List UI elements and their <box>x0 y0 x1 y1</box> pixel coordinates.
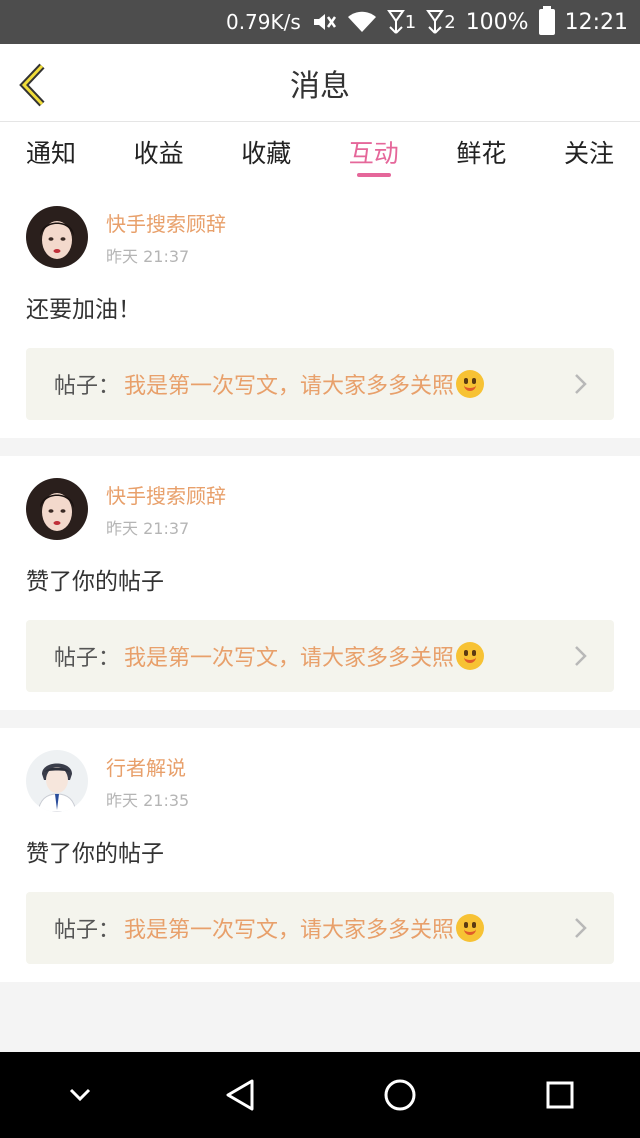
comment-text: 还要加油！ <box>26 297 141 323</box>
chevron-down-icon <box>69 1088 91 1102</box>
header: 消息 <box>0 44 640 122</box>
avatar[interactable] <box>26 206 88 268</box>
wifi-icon <box>347 10 377 34</box>
chevron-left-icon <box>19 63 45 107</box>
timestamp: 昨天 21:37 <box>106 519 190 538</box>
chevron-right-icon <box>575 374 587 394</box>
username[interactable]: 快手搜索顾辞 <box>106 480 226 509</box>
tab-bar: 通知 收益 收藏 互动 鲜花 关注 <box>0 122 640 184</box>
timestamp: 昨天 21:37 <box>106 247 190 266</box>
triangle-back-icon <box>226 1079 254 1111</box>
tab-following[interactable]: 关注 <box>564 122 614 184</box>
post-link[interactable]: 帖子： 我是第一次写文，请大家多多关照 <box>26 892 614 964</box>
post-label: 帖子： <box>54 918 121 943</box>
interaction-feed: 快手搜索顾辞 昨天 21:37 还要加油！ 帖子： 我是第一次写文，请大家多多关… <box>0 184 640 982</box>
avatar[interactable] <box>26 750 88 812</box>
tab-notifications[interactable]: 通知 <box>26 122 76 184</box>
post-title: 我是第一次写文，请大家多多关照 <box>124 646 455 671</box>
back-button[interactable] <box>16 62 50 108</box>
tab-interactions[interactable]: 互动 <box>349 122 399 184</box>
post-title: 我是第一次写文，请大家多多关照 <box>124 374 455 399</box>
post-label: 帖子： <box>54 646 121 671</box>
smile-emoji-icon <box>456 370 485 398</box>
smile-emoji-icon <box>456 914 485 942</box>
username[interactable]: 快手搜索顾辞 <box>106 208 226 237</box>
username[interactable]: 行者解说 <box>106 752 189 781</box>
status-bar: 0.79K/s 1 2 100% 12:21 <box>0 0 640 44</box>
circle-home-icon <box>384 1079 416 1111</box>
network-speed: 0.79K/s <box>225 10 301 34</box>
post-label: 帖子： <box>54 374 121 399</box>
tab-earnings[interactable]: 收益 <box>134 122 184 184</box>
tab-favorites[interactable]: 收藏 <box>241 122 291 184</box>
tab-flowers[interactable]: 鲜花 <box>456 122 506 184</box>
home-nav-button[interactable] <box>370 1065 430 1125</box>
comment-text: 赞了你的帖子 <box>26 841 164 867</box>
battery-percent: 100% <box>465 9 529 35</box>
recents-nav-button[interactable] <box>530 1065 590 1125</box>
comment-text: 赞了你的帖子 <box>26 569 164 595</box>
hide-keyboard-button[interactable] <box>50 1065 110 1125</box>
timestamp: 昨天 21:35 <box>106 791 190 810</box>
system-nav-bar <box>0 1052 640 1138</box>
square-recents-icon <box>546 1081 574 1109</box>
list-item: 快手搜索顾辞 昨天 21:37 赞了你的帖子 帖子： 我是第一次写文，请大家多多… <box>0 456 640 710</box>
list-item: 快手搜索顾辞 昨天 21:37 还要加油！ 帖子： 我是第一次写文，请大家多多关… <box>0 184 640 438</box>
back-nav-button[interactable] <box>210 1065 270 1125</box>
page-title: 消息 <box>290 68 350 104</box>
smile-emoji-icon <box>456 642 485 670</box>
sim2-label: 2 <box>444 11 456 33</box>
clock: 12:21 <box>564 9 628 35</box>
chevron-right-icon <box>575 646 587 666</box>
avatar[interactable] <box>26 478 88 540</box>
post-title: 我是第一次写文，请大家多多关照 <box>124 918 455 943</box>
list-item: 行者解说 昨天 21:35 赞了你的帖子 帖子： 我是第一次写文，请大家多多关照 <box>0 728 640 982</box>
signal-icon: 2 <box>426 9 456 35</box>
post-link[interactable]: 帖子： 我是第一次写文，请大家多多关照 <box>26 620 614 692</box>
mute-icon <box>311 10 337 34</box>
chevron-right-icon <box>575 918 587 938</box>
signal-icon: 1 <box>386 9 417 35</box>
sim1-label: 1 <box>404 11 417 33</box>
battery-icon <box>538 6 555 35</box>
post-link[interactable]: 帖子： 我是第一次写文，请大家多多关照 <box>26 348 614 420</box>
